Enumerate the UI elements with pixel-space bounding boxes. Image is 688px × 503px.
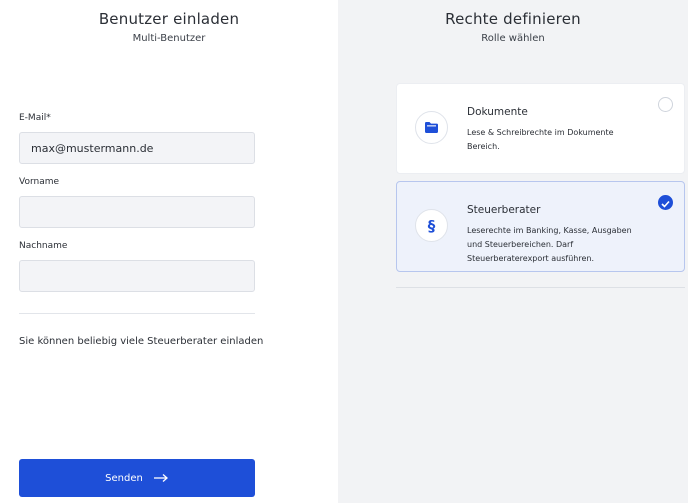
rights-panel: Rechte definieren Rolle wählen Dokumente…	[338, 0, 688, 503]
invite-info-text: Sie können beliebig viele Steuerberater …	[19, 336, 264, 347]
rights-title: Rechte definieren	[445, 10, 581, 28]
role-card-dokumente[interactable]: Dokumente Lese & Schreibrechte im Dokume…	[396, 83, 685, 174]
paragraph-icon: §	[415, 209, 448, 242]
firstname-label: Vorname	[19, 177, 60, 187]
send-button[interactable]: Senden	[19, 459, 255, 497]
role-title: Steuerberater	[467, 204, 541, 216]
email-label: E-Mail*	[19, 113, 51, 123]
lastname-field[interactable]	[19, 260, 255, 292]
rights-subtitle: Rolle wählen	[481, 33, 545, 44]
role-radio[interactable]	[658, 97, 673, 112]
lastname-label: Nachname	[19, 241, 68, 251]
form-divider	[19, 313, 255, 314]
rights-divider	[396, 287, 685, 288]
invite-title: Benutzer einladen	[98, 10, 240, 28]
role-description: Leserechte im Banking, Kasse, Ausgaben u…	[467, 226, 632, 263]
firstname-field[interactable]	[19, 196, 255, 228]
arrow-right-icon	[153, 473, 169, 483]
role-description: Lese & Schreibrechte im Dokumente Bereic…	[467, 128, 614, 151]
role-radio-checked[interactable]	[658, 195, 673, 210]
invite-subtitle: Multi-Benutzer	[132, 33, 206, 44]
invite-panel: Benutzer einladen Multi-Benutzer E-Mail*…	[0, 0, 338, 503]
role-card-steuerberater[interactable]: § Steuerberater Leserechte im Banking, K…	[396, 181, 685, 272]
role-title: Dokumente	[467, 106, 528, 118]
send-button-label: Senden	[105, 472, 143, 484]
check-icon	[661, 193, 670, 212]
email-field[interactable]	[19, 132, 255, 164]
folder-icon	[415, 111, 448, 144]
